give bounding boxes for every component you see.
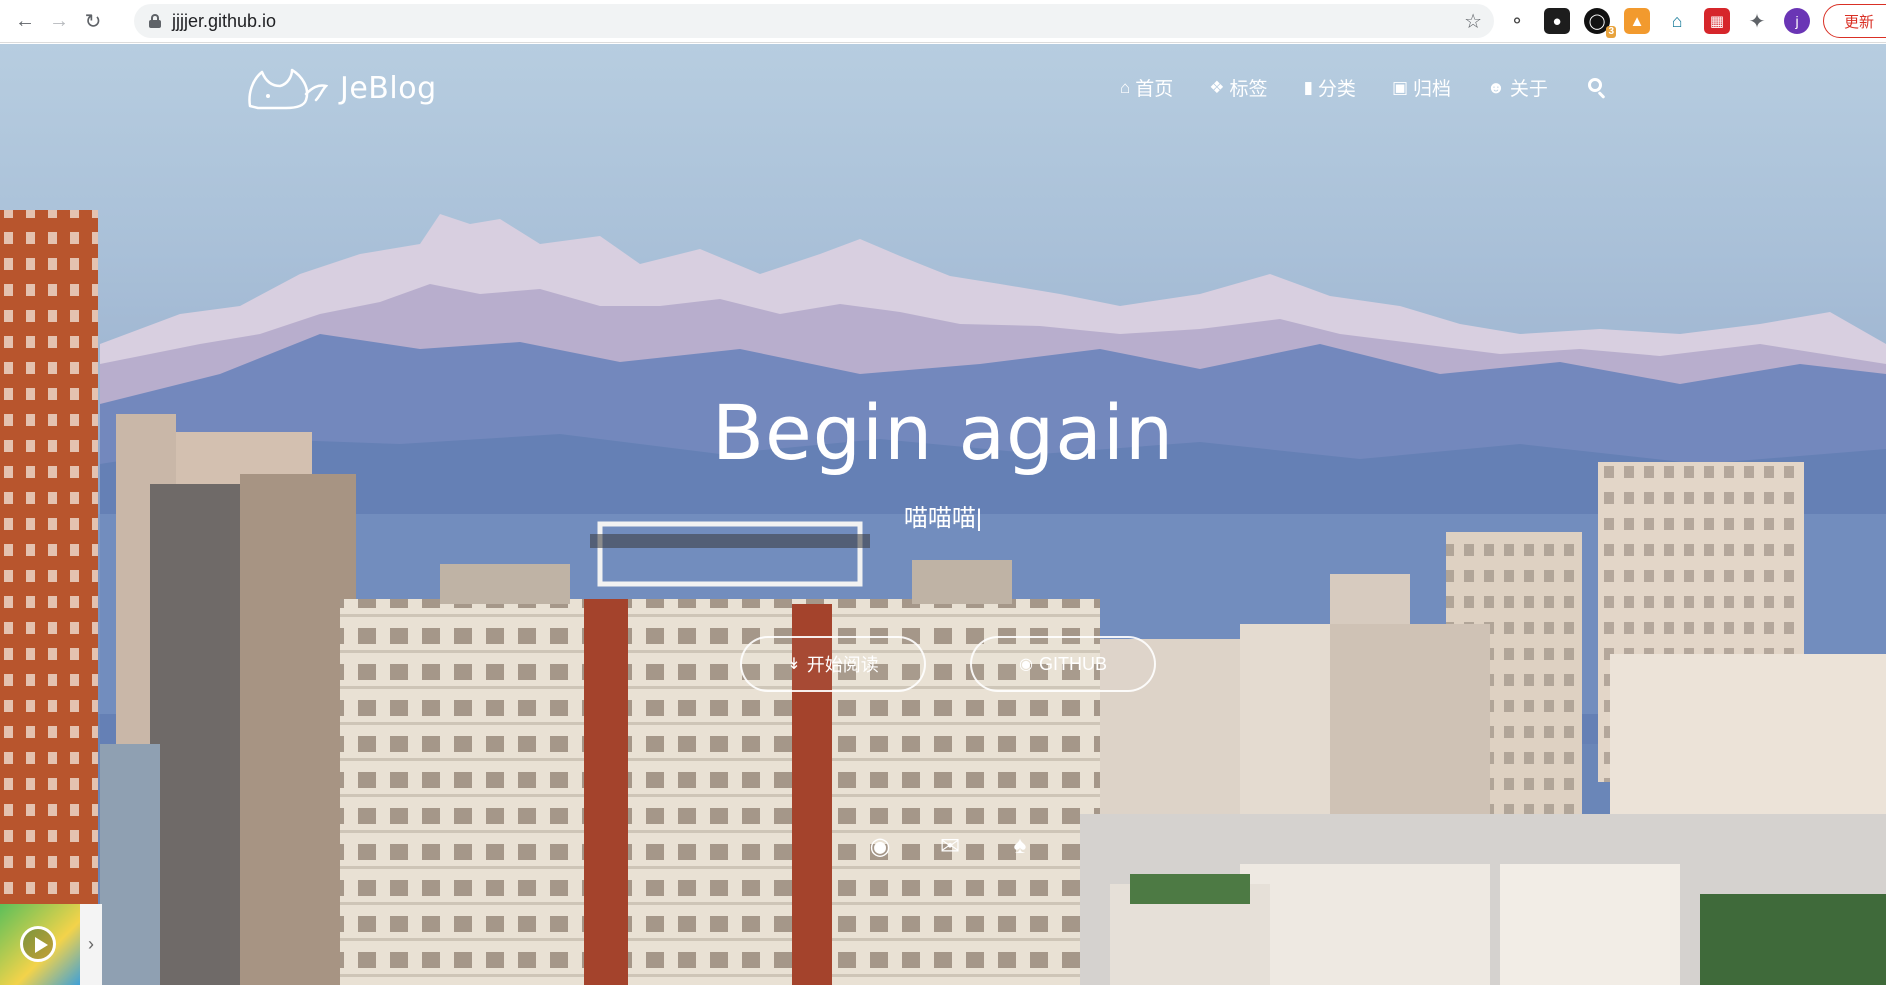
hero-actions: ↡ 开始阅读 ◉ GITHUB [740,636,1156,692]
arrow-right-icon[interactable]: → [46,8,72,34]
chevron-right-icon[interactable]: › [80,904,102,985]
arrow-left-icon[interactable]: ← [12,8,38,34]
search-button[interactable] [1584,77,1608,99]
start-reading-label: 开始阅读 [806,655,879,675]
nav-categories[interactable]: ▮ 分类 [1304,74,1356,101]
red-grid-extension-icon[interactable]: ▦ [1704,8,1730,34]
lock-icon[interactable] [148,14,162,28]
brand-link[interactable]: JeBlog [246,66,437,110]
nav-categories-label: 分类 [1317,79,1356,100]
browser-toolbar: ← → ↻ jjjjer.github.io ☆ ⚬ ● ◯ 3 ▲ ⌂ ▦ ✦ … [0,0,1886,43]
user-circle-icon: ☻ [1487,78,1505,97]
nav-about[interactable]: ☻ 关于 [1487,74,1548,101]
ring-extension-icon[interactable]: ◯ 3 [1584,8,1616,38]
site-nav: ⌂ 首页 ❖ 标签 ▮ 分类 ▣ 归档 ☻ 关于 [1120,74,1608,101]
start-reading-button[interactable]: ↡ 开始阅读 [740,636,926,692]
extensions-bar: ⚬ ● ◯ 3 ▲ ⌂ ▦ ✦ j [1504,6,1810,38]
nav-home-label: 首页 [1135,79,1174,100]
music-player: › [0,904,102,985]
nav-home[interactable]: ⌂ 首页 [1120,74,1173,101]
album-cover[interactable] [0,904,80,985]
nav-archive[interactable]: ▣ 归档 [1392,74,1451,101]
archive-icon: ▣ [1391,78,1408,97]
nav-tags[interactable]: ❖ 标签 [1209,74,1267,101]
nav-archive-label: 归档 [1413,79,1452,100]
fox-wallet-icon[interactable]: ▲ [1624,8,1650,34]
email-icon[interactable]: ✉ [936,832,964,860]
github-button[interactable]: ◉ GITHUB [970,636,1156,692]
hero-subtitle: 喵喵喵| [903,505,983,532]
bank-extension-icon[interactable]: ⌂ [1664,8,1690,34]
github-social-icon[interactable]: ◉ [866,832,894,860]
broadcast-icon[interactable]: ⚬ [1504,8,1530,34]
url-text[interactable]: jjjjer.github.io [172,11,276,32]
tags-icon: ❖ [1209,78,1225,97]
address-bar[interactable]: jjjjer.github.io ☆ [134,4,1494,38]
play-icon[interactable] [20,926,56,962]
update-button[interactable]: 更新 [1823,4,1886,38]
extension-badge: 3 [1606,26,1616,38]
qq-icon[interactable]: ♠ [1006,832,1034,860]
bookmark-icon: ▮ [1303,78,1313,97]
search-icon [1587,77,1608,99]
cat-logo-icon [248,68,328,110]
ghost-extension-icon[interactable]: ● [1544,8,1570,34]
hero-title: Begin again [711,388,1175,477]
site-header: JeBlog ⌂ 首页 ❖ 标签 ▮ 分类 ▣ 归档 ☻ 关于 [0,44,1886,134]
github-button-label: GITHUB [1038,653,1107,674]
social-links: ◉ ✉ ♠ [866,832,1034,860]
profile-avatar[interactable]: j [1784,8,1810,34]
home-icon: ⌂ [1120,78,1131,97]
brand-name: JeBlog [340,70,437,106]
bookmark-star-icon[interactable]: ☆ [1464,9,1482,34]
nav-about-label: 关于 [1509,79,1548,100]
puzzle-icon[interactable]: ✦ [1744,8,1770,34]
github-icon: ◉ [1019,656,1033,673]
nav-tags-label: 标签 [1229,79,1268,100]
reload-icon[interactable]: ↻ [80,8,106,34]
double-chevron-down-icon: ↡ [787,656,801,673]
